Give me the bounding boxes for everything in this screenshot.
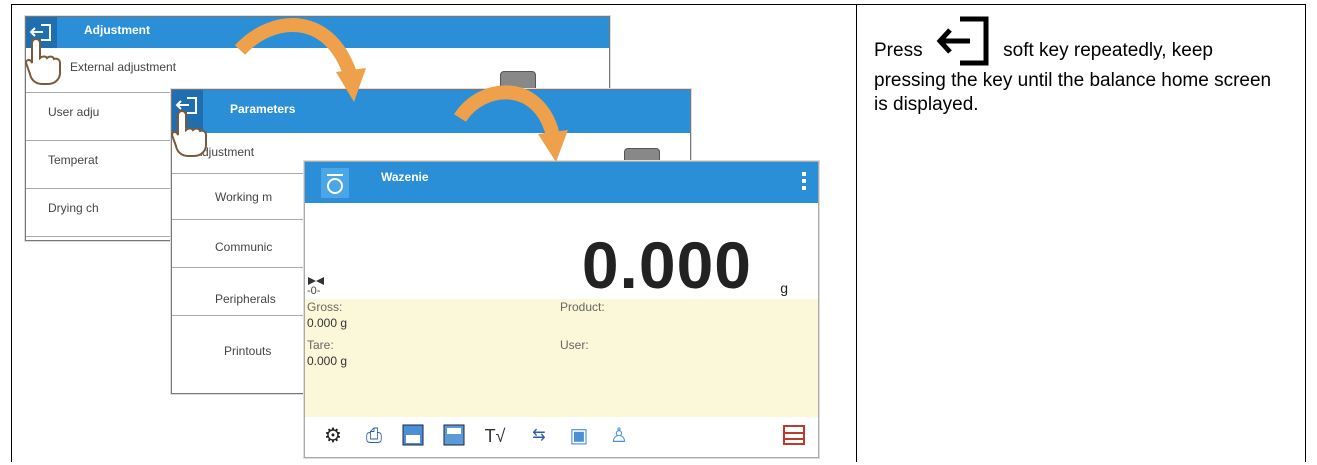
weighing-home-screen: Wazenie -0- 0.000 g Gross: 0.000 g Tare:…	[304, 161, 819, 458]
stability-icon	[308, 277, 324, 285]
user-icon[interactable]: ♙	[607, 424, 631, 448]
gross-label: Gross:	[307, 300, 343, 314]
weighing-title: Wazenie	[381, 170, 429, 184]
instruction-text: Press soft key repeatedly, keep pressing…	[874, 16, 1274, 117]
zero-indicator: -0-	[307, 285, 321, 297]
tare-value: 0.000 g	[307, 354, 348, 368]
column-divider	[856, 4, 857, 462]
hand-pointer-icon	[170, 109, 207, 157]
printer-icon[interactable]: ⎙	[362, 424, 386, 448]
curved-arrow-icon	[234, 18, 366, 102]
toolbar: ⚙ ⎙ T√ ⇆ ▣ ♙	[305, 417, 818, 457]
product-label: Product:	[560, 300, 605, 314]
illustration: Adjustment External adjustment User adju…	[0, 0, 856, 465]
tare-icon[interactable]	[402, 424, 426, 448]
gross-value: 0.000 g	[307, 316, 348, 330]
database-icon[interactable]	[783, 424, 807, 448]
tare-label: Tare:	[307, 338, 334, 352]
back-exit-icon	[928, 16, 998, 69]
user-label: User:	[560, 338, 589, 352]
tare-value-icon[interactable]: T√	[483, 424, 507, 448]
curved-arrow-icon	[454, 85, 568, 162]
weight-unit: g	[780, 280, 788, 296]
database-icon[interactable]: ▣	[567, 424, 591, 448]
hand-pointer-icon	[24, 37, 61, 85]
instruction-press: Press	[874, 40, 923, 61]
adjustment-title: Adjustment	[84, 23, 150, 37]
weight-value: 0.000	[581, 228, 752, 302]
communication-icon[interactable]: ⇆	[527, 424, 551, 448]
gear-icon[interactable]: ⚙	[321, 424, 345, 448]
info-panel: Gross: 0.000 g Tare: 0.000 g Product: Us…	[305, 299, 818, 419]
weighing-title-bar: Wazenie	[305, 162, 818, 203]
weighing-pan-icon	[321, 168, 349, 198]
zero-icon[interactable]	[443, 424, 467, 448]
menu-icon[interactable]	[802, 172, 806, 193]
